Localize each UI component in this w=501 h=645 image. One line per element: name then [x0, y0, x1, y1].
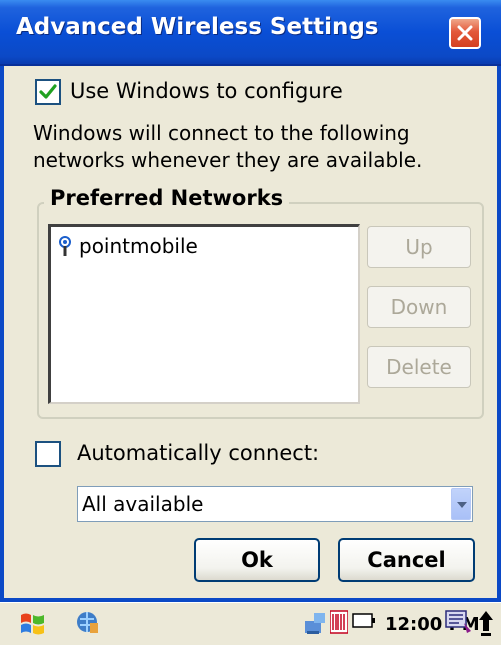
description-line-2: networks whenever they are available.	[33, 148, 423, 172]
close-icon	[457, 25, 473, 41]
network-name: pointmobile	[79, 234, 198, 258]
preferred-networks-legend: Preferred Networks	[44, 186, 290, 210]
auto-connect-checkbox[interactable]	[35, 441, 61, 467]
wifi-connection-icon[interactable]	[302, 609, 328, 637]
network-type-value: All available	[82, 492, 204, 516]
input-panel-icon[interactable]	[444, 609, 474, 637]
chevron-down-icon[interactable]	[451, 488, 471, 520]
battery-icon[interactable]	[352, 611, 376, 631]
close-button[interactable]	[449, 17, 481, 49]
auto-connect-label[interactable]: Automatically connect:	[77, 441, 319, 465]
checkmark-icon	[39, 84, 57, 99]
barcode-scanner-icon[interactable]	[330, 609, 348, 635]
use-windows-label[interactable]: Use Windows to configure	[70, 79, 343, 103]
network-type-select[interactable]: All available	[77, 486, 473, 522]
arrow-up-icon[interactable]	[478, 609, 494, 637]
description-line-1: Windows will connect to the following	[33, 121, 410, 145]
use-windows-checkbox[interactable]	[35, 79, 61, 105]
network-connection-icon[interactable]	[74, 609, 100, 637]
cancel-button[interactable]: Cancel	[338, 538, 475, 582]
windows-start-icon[interactable]	[18, 609, 48, 639]
wireless-network-icon	[59, 236, 71, 256]
down-button[interactable]: Down	[367, 286, 471, 328]
window-title: Advanced Wireless Settings	[16, 14, 379, 40]
up-button[interactable]: Up	[367, 226, 471, 268]
title-bar: Advanced Wireless Settings	[0, 0, 501, 66]
ok-button[interactable]: Ok	[194, 538, 320, 582]
preferred-networks-list[interactable]: pointmobile	[48, 224, 360, 404]
list-item[interactable]: pointmobile	[57, 234, 198, 258]
taskbar: 12:00 PM	[0, 602, 501, 645]
delete-button[interactable]: Delete	[367, 346, 471, 388]
